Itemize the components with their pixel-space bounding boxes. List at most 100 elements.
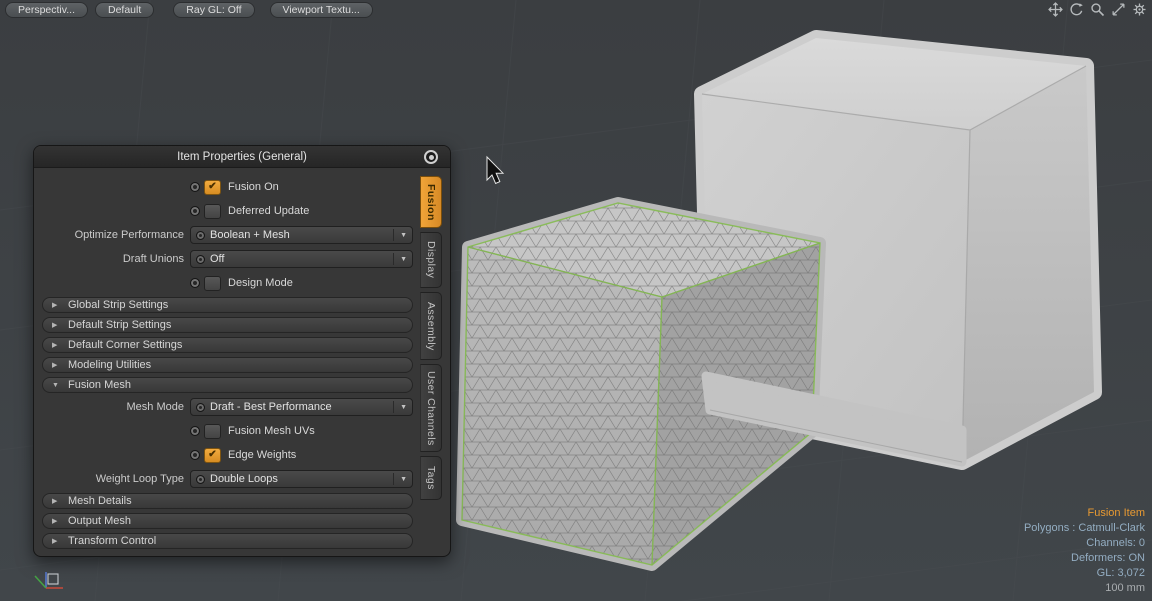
tab-display-label: Display (425, 241, 437, 278)
panel-header[interactable]: Item Properties (General) (34, 146, 450, 168)
triangle-right-icon: ▶ (52, 537, 60, 545)
weight-loop-type-dropdown[interactable]: Double Loops ▼ (190, 470, 413, 488)
chevron-down-icon: ▼ (393, 229, 407, 241)
mesh-mode-dropdown[interactable]: Draft - Best Performance ▼ (190, 398, 413, 416)
channel-dial-icon (196, 231, 205, 240)
weight-loop-type-value: Double Loops (210, 473, 388, 485)
row-edge-weights: ✔ Edge Weights (42, 445, 413, 465)
section-fusion-mesh[interactable]: ▼ Fusion Mesh (42, 377, 413, 393)
section-label: Output Mesh (68, 515, 131, 527)
channel-dial-icon[interactable] (190, 278, 200, 288)
section-label: Modeling Utilities (68, 359, 151, 371)
triangle-down-icon: ▼ (52, 382, 60, 389)
row-fusion-on: ✔ Fusion On (42, 177, 413, 197)
section-output-mesh[interactable]: ▶ Output Mesh (42, 513, 413, 529)
row-fusion-mesh-uvs: Fusion Mesh UVs (42, 421, 413, 441)
mouse-cursor (487, 157, 503, 184)
mesh-mode-label: Mesh Mode (42, 401, 190, 413)
fusion-mesh-uvs-checkbox[interactable] (204, 424, 221, 439)
row-design-mode: Design Mode (42, 273, 413, 293)
triangle-right-icon: ▶ (52, 497, 60, 505)
tab-assembly-label: Assembly (425, 302, 437, 351)
section-global-strip-settings[interactable]: ▶ Global Strip Settings (42, 297, 413, 313)
hud-deformers: Deformers: ON (1024, 551, 1145, 566)
section-mesh-details[interactable]: ▶ Mesh Details (42, 493, 413, 509)
tab-fusion[interactable]: Fusion (420, 176, 442, 228)
row-optimize-performance: Optimize Performance Boolean + Mesh ▼ (42, 225, 413, 245)
section-label: Default Corner Settings (68, 339, 182, 351)
fusion-mesh-uvs-label: Fusion Mesh UVs (228, 425, 315, 437)
channel-dial-icon (196, 403, 205, 412)
check-icon: ✔ (208, 182, 216, 192)
row-mesh-mode: Mesh Mode Draft - Best Performance ▼ (42, 397, 413, 417)
ray-gl-button[interactable]: Ray GL: Off (173, 2, 254, 18)
triangle-right-icon: ▶ (52, 321, 60, 329)
viewport-settings-gear-icon[interactable] (1132, 2, 1147, 17)
panel-title: Item Properties (General) (177, 151, 307, 163)
optimize-performance-label: Optimize Performance (42, 229, 190, 241)
tab-fusion-label: Fusion (425, 184, 437, 221)
panel-body: ✔ Fusion On Deferred Update Optimize Per… (34, 168, 450, 549)
optimize-performance-dropdown[interactable]: Boolean + Mesh ▼ (190, 226, 413, 244)
wireframe-cube[interactable] (462, 203, 820, 565)
channel-dial-icon[interactable] (190, 182, 200, 192)
channel-dial-icon (196, 475, 205, 484)
chevron-down-icon: ▼ (393, 253, 407, 265)
item-properties-panel: Item Properties (General) ✔ Fusion On (33, 145, 451, 557)
panel-tab-strip: Fusion Display Assembly User Channels Ta… (420, 176, 442, 500)
triangle-right-icon: ▶ (52, 301, 60, 309)
viewport-textures-button[interactable]: Viewport Textu... (270, 2, 373, 18)
channel-dial-icon[interactable] (190, 426, 200, 436)
modo-application-window: Perspectiv... Default Ray GL: Off Viewpo… (0, 0, 1152, 601)
edge-weights-checkbox[interactable]: ✔ (204, 448, 221, 463)
tab-tags[interactable]: Tags (420, 456, 442, 500)
edge-weights-label: Edge Weights (228, 449, 296, 461)
row-deferred-update: Deferred Update (42, 201, 413, 221)
section-label: Default Strip Settings (68, 319, 171, 331)
section-default-corner-settings[interactable]: ▶ Default Corner Settings (42, 337, 413, 353)
hud-gl-count: GL: 3,072 (1024, 566, 1145, 581)
zoom-icon[interactable] (1090, 2, 1105, 17)
pan-move-icon[interactable] (1048, 2, 1063, 17)
optimize-performance-value: Boolean + Mesh (210, 229, 388, 241)
section-label: Mesh Details (68, 495, 132, 507)
triangle-right-icon: ▶ (52, 361, 60, 369)
triangle-right-icon: ▶ (52, 341, 60, 349)
chevron-down-icon: ▼ (393, 473, 407, 485)
channel-dial-icon[interactable] (190, 206, 200, 216)
check-icon: ✔ (208, 450, 216, 460)
hud-polygons: Polygons : Catmull-Clark (1024, 521, 1145, 536)
mesh-mode-value: Draft - Best Performance (210, 401, 388, 413)
chevron-down-icon: ▼ (393, 401, 407, 413)
view-type-button[interactable]: Perspectiv... (5, 2, 88, 18)
deferred-update-checkbox[interactable] (204, 204, 221, 219)
tab-user-channels[interactable]: User Channels (420, 364, 442, 452)
viewport-toolbar: Perspectiv... Default Ray GL: Off Viewpo… (5, 2, 373, 18)
hud-channels: Channels: 0 (1024, 536, 1145, 551)
section-transform-control[interactable]: ▶ Transform Control (42, 533, 413, 549)
deferred-update-label: Deferred Update (228, 205, 309, 217)
tab-assembly[interactable]: Assembly (420, 292, 442, 360)
draft-unions-dropdown[interactable]: Off ▼ (190, 250, 413, 268)
fusion-on-label: Fusion On (228, 181, 279, 193)
design-mode-checkbox[interactable] (204, 276, 221, 291)
wireframe-mesh-overlay (462, 203, 820, 565)
tab-tags-label: Tags (425, 466, 437, 490)
draft-unions-value: Off (210, 253, 388, 265)
axis-indicator-icon (35, 572, 63, 588)
shading-style-button[interactable]: Default (95, 2, 154, 18)
tab-display[interactable]: Display (420, 232, 442, 288)
section-default-strip-settings[interactable]: ▶ Default Strip Settings (42, 317, 413, 333)
maximize-viewport-icon[interactable] (1111, 2, 1126, 17)
tab-user-channels-label: User Channels (425, 371, 437, 446)
fusion-on-checkbox[interactable]: ✔ (204, 180, 221, 195)
viewport-info-hud: Fusion Item Polygons : Catmull-Clark Cha… (1024, 506, 1145, 596)
section-modeling-utilities[interactable]: ▶ Modeling Utilities (42, 357, 413, 373)
channel-dial-icon[interactable] (190, 450, 200, 460)
panel-target-icon[interactable] (424, 150, 438, 164)
channel-dial-icon (196, 255, 205, 264)
draft-unions-label: Draft Unions (42, 253, 190, 265)
weight-loop-type-label: Weight Loop Type (42, 473, 190, 485)
rotate-view-icon[interactable] (1069, 2, 1084, 17)
viewport-icon-strip (1048, 2, 1147, 17)
